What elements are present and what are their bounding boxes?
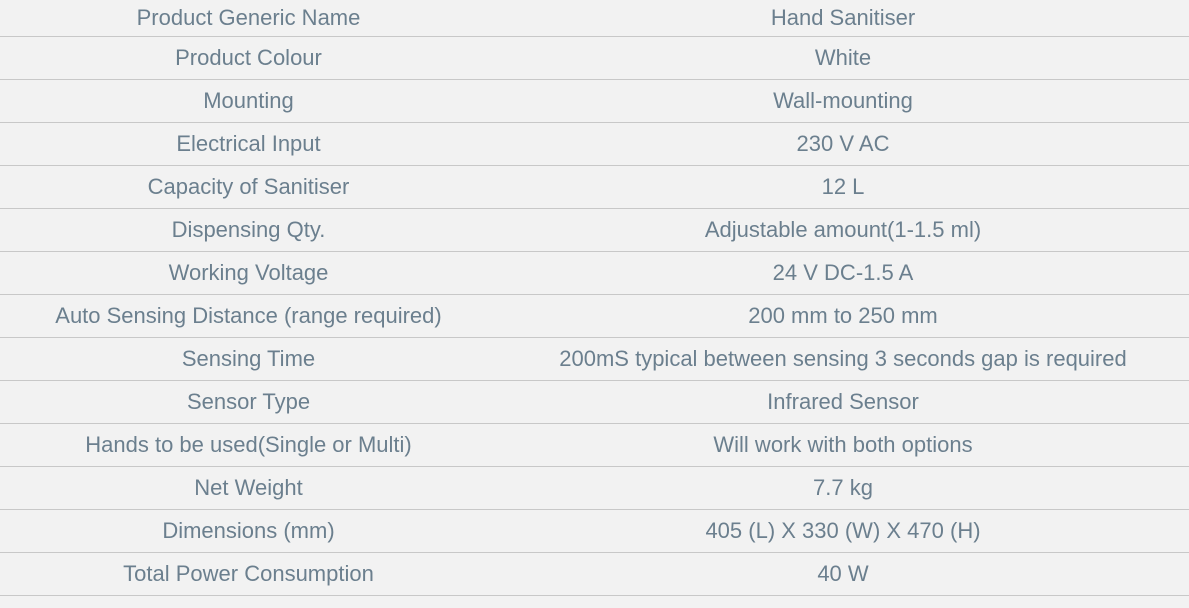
spec-label: Auto Sensing Distance (range required) bbox=[0, 294, 497, 338]
spec-label: Capacity of Sanitiser bbox=[0, 165, 497, 209]
spec-label: Product Generic Name bbox=[0, 0, 497, 37]
spec-value: 24 V DC-1.5 A bbox=[497, 251, 1189, 295]
spec-value: Adjustable amount(1-1.5 ml) bbox=[497, 208, 1189, 252]
table-row: Total Power Consumption 40 W bbox=[0, 552, 1189, 596]
spec-label: Hands to be used(Single or Multi) bbox=[0, 423, 497, 467]
spec-label: Dimensions (mm) bbox=[0, 509, 497, 553]
specification-table-body: Product Generic Name Hand Sanitiser Prod… bbox=[0, 0, 1189, 596]
table-row: Net Weight 7.7 kg bbox=[0, 466, 1189, 510]
spec-label: Mounting bbox=[0, 79, 497, 123]
spec-value: 40 W bbox=[497, 552, 1189, 596]
spec-value: Hand Sanitiser bbox=[497, 0, 1189, 37]
table-row: Product Colour White bbox=[0, 36, 1189, 80]
spec-value: Infrared Sensor bbox=[497, 380, 1189, 424]
spec-value: Wall-mounting bbox=[497, 79, 1189, 123]
spec-label: Total Power Consumption bbox=[0, 552, 497, 596]
table-row: Working Voltage 24 V DC-1.5 A bbox=[0, 251, 1189, 295]
table-row: Product Generic Name Hand Sanitiser bbox=[0, 0, 1189, 37]
spec-value: 405 (L) X 330 (W) X 470 (H) bbox=[497, 509, 1189, 553]
spec-label: Sensing Time bbox=[0, 337, 497, 381]
table-row: Electrical Input 230 V AC bbox=[0, 122, 1189, 166]
spec-value: 200mS typical between sensing 3 seconds … bbox=[497, 337, 1189, 381]
spec-value: 230 V AC bbox=[497, 122, 1189, 166]
spec-value: 200 mm to 250 mm bbox=[497, 294, 1189, 338]
spec-label: Dispensing Qty. bbox=[0, 208, 497, 252]
spec-label: Working Voltage bbox=[0, 251, 497, 295]
spec-label: Net Weight bbox=[0, 466, 497, 510]
spec-value: White bbox=[497, 36, 1189, 80]
spec-value: 7.7 kg bbox=[497, 466, 1189, 510]
table-row: Sensor Type Infrared Sensor bbox=[0, 380, 1189, 424]
spec-label: Product Colour bbox=[0, 36, 497, 80]
table-row: Dimensions (mm) 405 (L) X 330 (W) X 470 … bbox=[0, 509, 1189, 553]
table-row: Capacity of Sanitiser 12 L bbox=[0, 165, 1189, 209]
table-row: Mounting Wall-mounting bbox=[0, 79, 1189, 123]
table-row: Sensing Time 200mS typical between sensi… bbox=[0, 337, 1189, 381]
specification-table: Product Generic Name Hand Sanitiser Prod… bbox=[0, 0, 1189, 596]
spec-value: 12 L bbox=[497, 165, 1189, 209]
spec-value: Will work with both options bbox=[497, 423, 1189, 467]
table-row: Hands to be used(Single or Multi) Will w… bbox=[0, 423, 1189, 467]
table-row: Dispensing Qty. Adjustable amount(1-1.5 … bbox=[0, 208, 1189, 252]
spec-label: Electrical Input bbox=[0, 122, 497, 166]
spec-label: Sensor Type bbox=[0, 380, 497, 424]
table-row: Auto Sensing Distance (range required) 2… bbox=[0, 294, 1189, 338]
